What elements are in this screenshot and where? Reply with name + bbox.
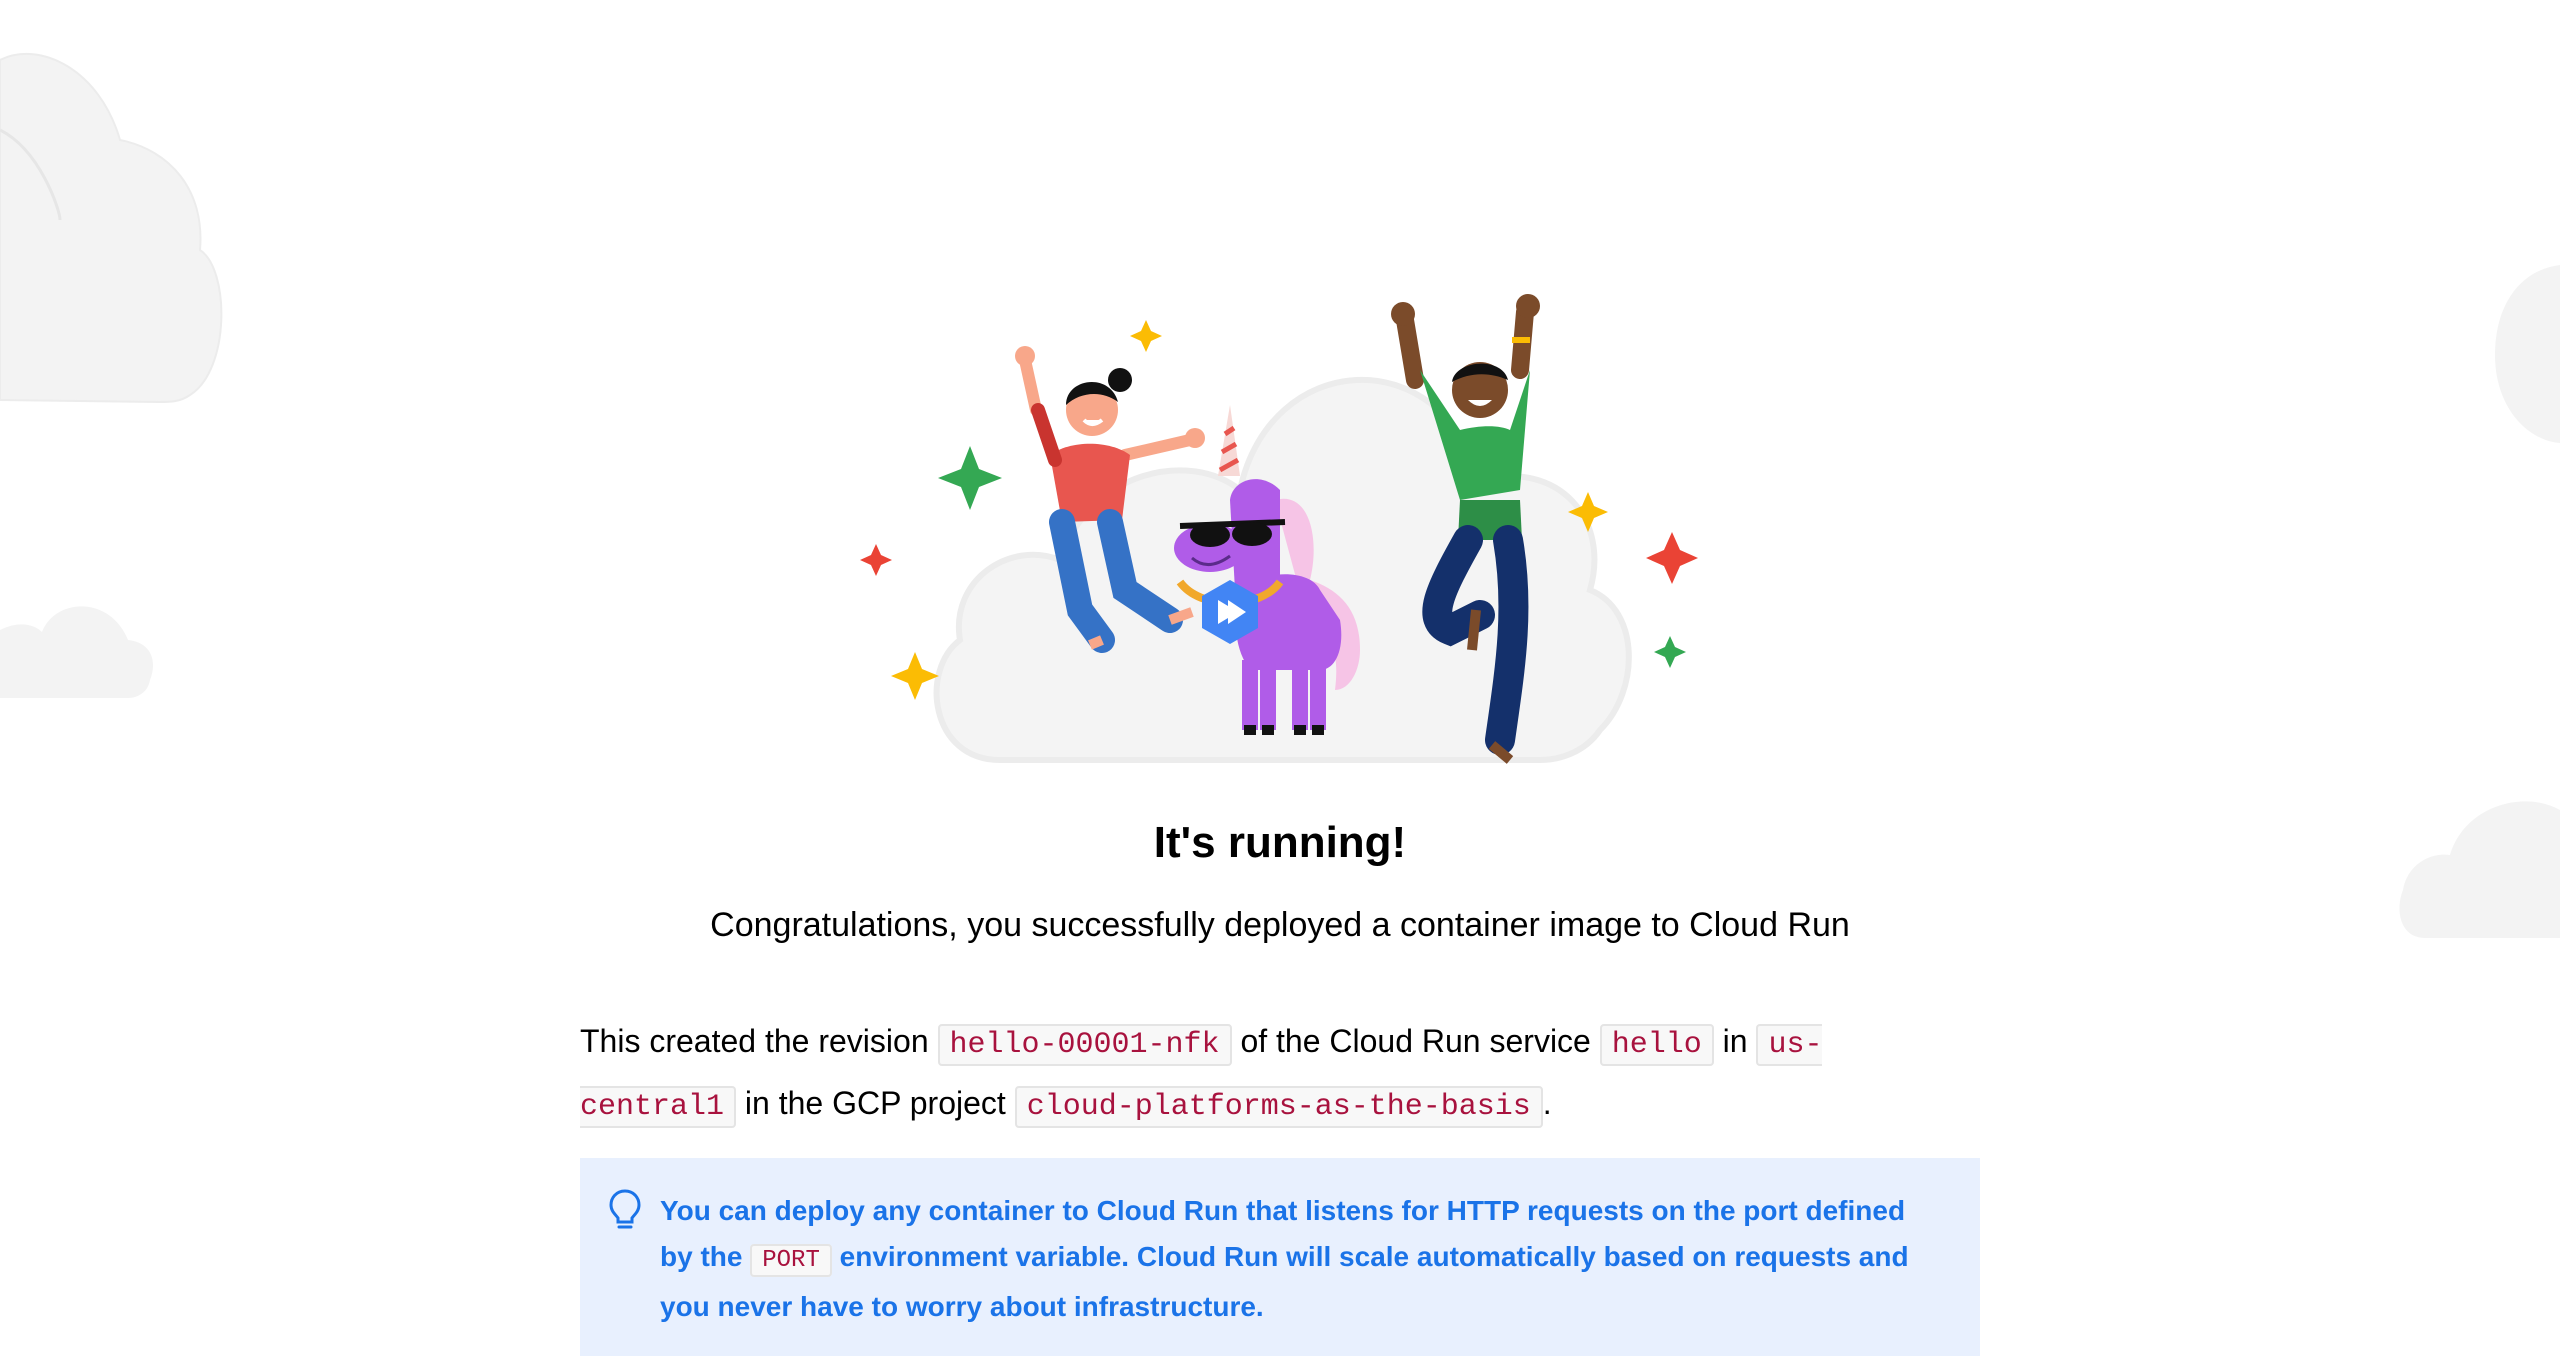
background-cloud-mid-left — [0, 606, 154, 698]
page-title: It's running! — [1153, 818, 1407, 867]
page: It's running! Congratulations, you succe… — [0, 0, 2560, 1356]
sparkle-red-right — [1646, 532, 1698, 584]
details-in-text: in — [1722, 1023, 1748, 1059]
background-cloud-top-left — [0, 52, 223, 404]
details-prefix: This created the revision — [580, 1023, 929, 1059]
details-project-text: in the GCP project — [744, 1085, 1006, 1121]
deployment-details: This created the revision hello-00001-nf… — [580, 1012, 1880, 1136]
sparkle-yellow-top — [1130, 320, 1162, 352]
lightbulb-icon — [609, 1189, 641, 1229]
sparkle-yellow-left — [891, 652, 939, 700]
tip-text-after: environment variable. Cloud Run will sca… — [660, 1241, 1909, 1322]
celebration-illustration — [840, 290, 1720, 780]
revision-code: hello-00001-nfk — [937, 1024, 1232, 1066]
info-tip: You can deploy any container to Cloud Ru… — [580, 1158, 1980, 1356]
project-code: cloud-platforms-as-the-basis — [1014, 1086, 1543, 1128]
sparkle-red-left — [860, 544, 892, 576]
details-service-text: of the Cloud Run service — [1240, 1023, 1591, 1059]
service-code: hello — [1599, 1024, 1714, 1066]
details-suffix: . — [1542, 1085, 1552, 1121]
sparkle-green-right — [1654, 636, 1686, 668]
page-subtitle: Congratulations, you successfully deploy… — [710, 906, 1850, 944]
background-cloud-top-right — [2495, 265, 2560, 443]
sparkle-green-left — [938, 446, 1002, 510]
tip-text: You can deploy any container to Cloud Ru… — [660, 1188, 1930, 1330]
port-code: PORT — [750, 1244, 832, 1277]
